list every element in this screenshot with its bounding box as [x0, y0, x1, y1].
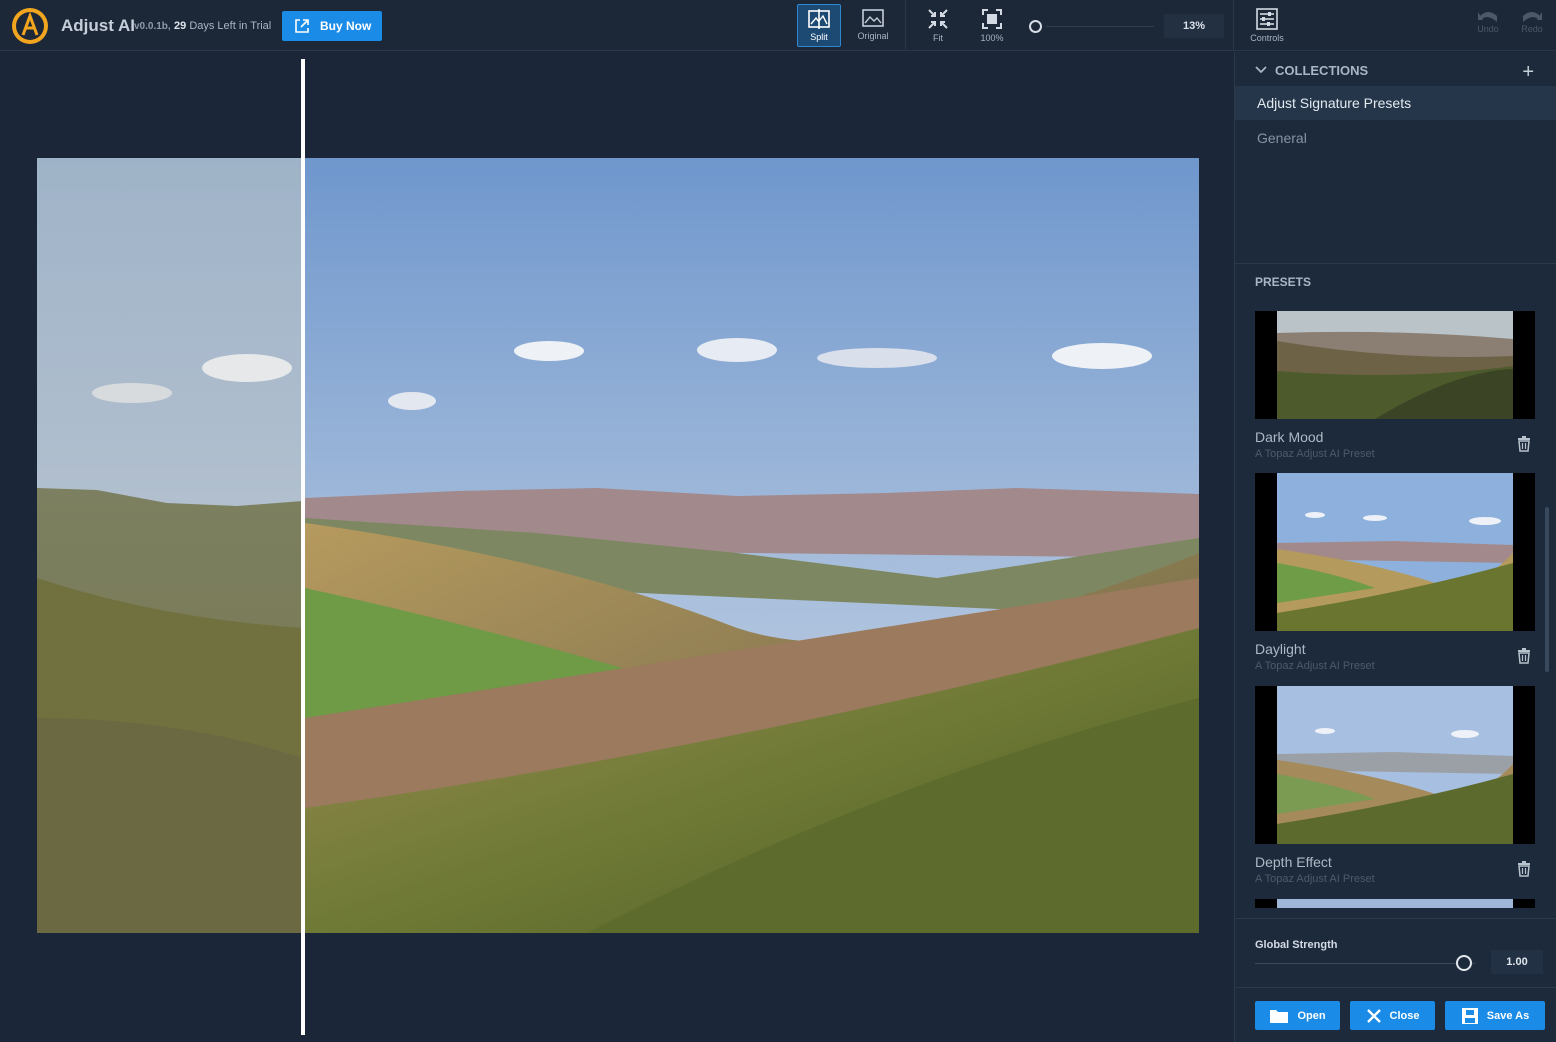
thumbnail-image — [1255, 686, 1535, 844]
actual-size-icon — [982, 9, 1002, 29]
trash-icon[interactable] — [1517, 436, 1531, 452]
preset-name: Dark Mood — [1255, 429, 1324, 445]
close-icon — [1366, 1008, 1381, 1023]
preset-card[interactable]: Dark Mood A Topaz Adjust AI Preset — [1255, 311, 1535, 460]
original-label: Original — [857, 31, 889, 41]
collections-title: COLLECTIONS — [1275, 62, 1369, 78]
split-image-icon — [808, 9, 830, 29]
preset-card[interactable]: Daylight A Topaz Adjust AI Preset — [1255, 473, 1535, 672]
preset-subtitle: A Topaz Adjust AI Preset — [1255, 660, 1375, 672]
buy-now-label: Buy Now — [320, 19, 372, 33]
preset-name: Daylight — [1255, 641, 1306, 657]
zoom-100-button[interactable]: 100% — [970, 4, 1014, 47]
app-version: v0.0.1b, — [134, 21, 171, 32]
preset-card[interactable]: Depth Effect A Topaz Adjust AI Preset — [1255, 686, 1535, 885]
buy-now-button[interactable]: Buy Now — [282, 11, 382, 41]
landscape-image — [37, 158, 1199, 933]
thumbnail-image — [1255, 311, 1535, 419]
section-divider — [1235, 987, 1556, 988]
split-divider-handle[interactable] — [301, 59, 305, 1035]
image-canvas[interactable] — [0, 52, 1233, 1042]
trial-text: Days Left in Trial — [189, 20, 272, 32]
split-view-button[interactable]: Split — [797, 4, 841, 47]
global-strength-handle[interactable] — [1456, 955, 1472, 971]
save-as-button[interactable]: Save As — [1445, 1001, 1545, 1030]
right-panel: COLLECTIONS + Adjust Signature Presets G… — [1234, 52, 1556, 1042]
undo-button[interactable]: Undo — [1470, 8, 1506, 34]
trial-days: 29 — [174, 20, 187, 32]
preset-thumbnail — [1255, 311, 1535, 419]
section-divider — [1235, 918, 1556, 919]
redo-icon — [1523, 12, 1542, 22]
trash-icon[interactable] — [1517, 648, 1531, 664]
presets-title: PRESETS — [1255, 275, 1312, 289]
save-as-label: Save As — [1486, 1009, 1530, 1022]
split-label: Split — [810, 32, 828, 42]
preset-subtitle: A Topaz Adjust AI Preset — [1255, 873, 1375, 885]
global-strength-track[interactable] — [1255, 963, 1475, 964]
fit-button[interactable]: Fit — [916, 4, 960, 47]
close-button[interactable]: Close — [1350, 1001, 1435, 1030]
undo-label: Undo — [1477, 24, 1499, 34]
trial-status: 29 Days Left in Trial — [174, 20, 271, 32]
controls-label: Controls — [1250, 33, 1284, 43]
undo-icon — [1478, 12, 1497, 22]
toolbar-divider — [905, 0, 906, 51]
collection-item-signature[interactable]: Adjust Signature Presets — [1235, 86, 1556, 120]
collection-item-general[interactable]: General — [1235, 121, 1556, 155]
save-icon — [1461, 1007, 1478, 1024]
zoom-slider-track[interactable] — [1046, 26, 1154, 27]
trash-icon[interactable] — [1517, 861, 1531, 877]
external-link-icon — [295, 19, 309, 33]
thumbnail-image — [1277, 899, 1513, 908]
app-title: Adjust AI — [61, 16, 135, 35]
topaz-logo-icon — [12, 8, 48, 44]
redo-button[interactable]: Redo — [1514, 8, 1550, 34]
top-toolbar: Adjust AI v0.0.1b, 29 Days Left in Trial… — [0, 0, 1556, 51]
thumbnail-image — [1255, 473, 1535, 631]
chevron-down-icon — [1255, 66, 1267, 74]
open-button[interactable]: Open — [1255, 1001, 1340, 1030]
folder-icon — [1270, 1009, 1289, 1023]
fit-arrows-icon — [928, 9, 948, 29]
preset-name: Depth Effect — [1255, 854, 1332, 870]
close-label: Close — [1389, 1009, 1420, 1022]
global-strength-value[interactable]: 1.00 — [1491, 950, 1543, 974]
section-divider — [1235, 263, 1556, 264]
add-collection-icon[interactable]: + — [1522, 61, 1534, 84]
toolbar-divider — [1233, 0, 1234, 51]
global-strength-label: Global Strength — [1255, 939, 1338, 951]
preset-thumbnail-partial[interactable] — [1255, 899, 1535, 908]
redo-label: Redo — [1521, 24, 1543, 34]
preset-subtitle: A Topaz Adjust AI Preset — [1255, 448, 1375, 460]
presets-scrollbar[interactable] — [1545, 507, 1549, 672]
preset-thumbnail — [1255, 473, 1535, 631]
zoom-slider-handle[interactable] — [1029, 20, 1042, 33]
fit-label: Fit — [933, 33, 943, 43]
image-icon — [862, 9, 884, 27]
controls-button[interactable]: Controls — [1245, 4, 1289, 47]
preset-thumbnail — [1255, 686, 1535, 844]
open-label: Open — [1297, 1009, 1326, 1022]
collections-header[interactable]: COLLECTIONS — [1235, 52, 1556, 88]
zoom-value[interactable]: 13% — [1164, 14, 1224, 38]
hundred-label: 100% — [980, 33, 1004, 43]
landscape-photo — [37, 158, 1199, 933]
original-view-button[interactable]: Original — [851, 4, 895, 47]
sliders-icon — [1256, 8, 1278, 30]
